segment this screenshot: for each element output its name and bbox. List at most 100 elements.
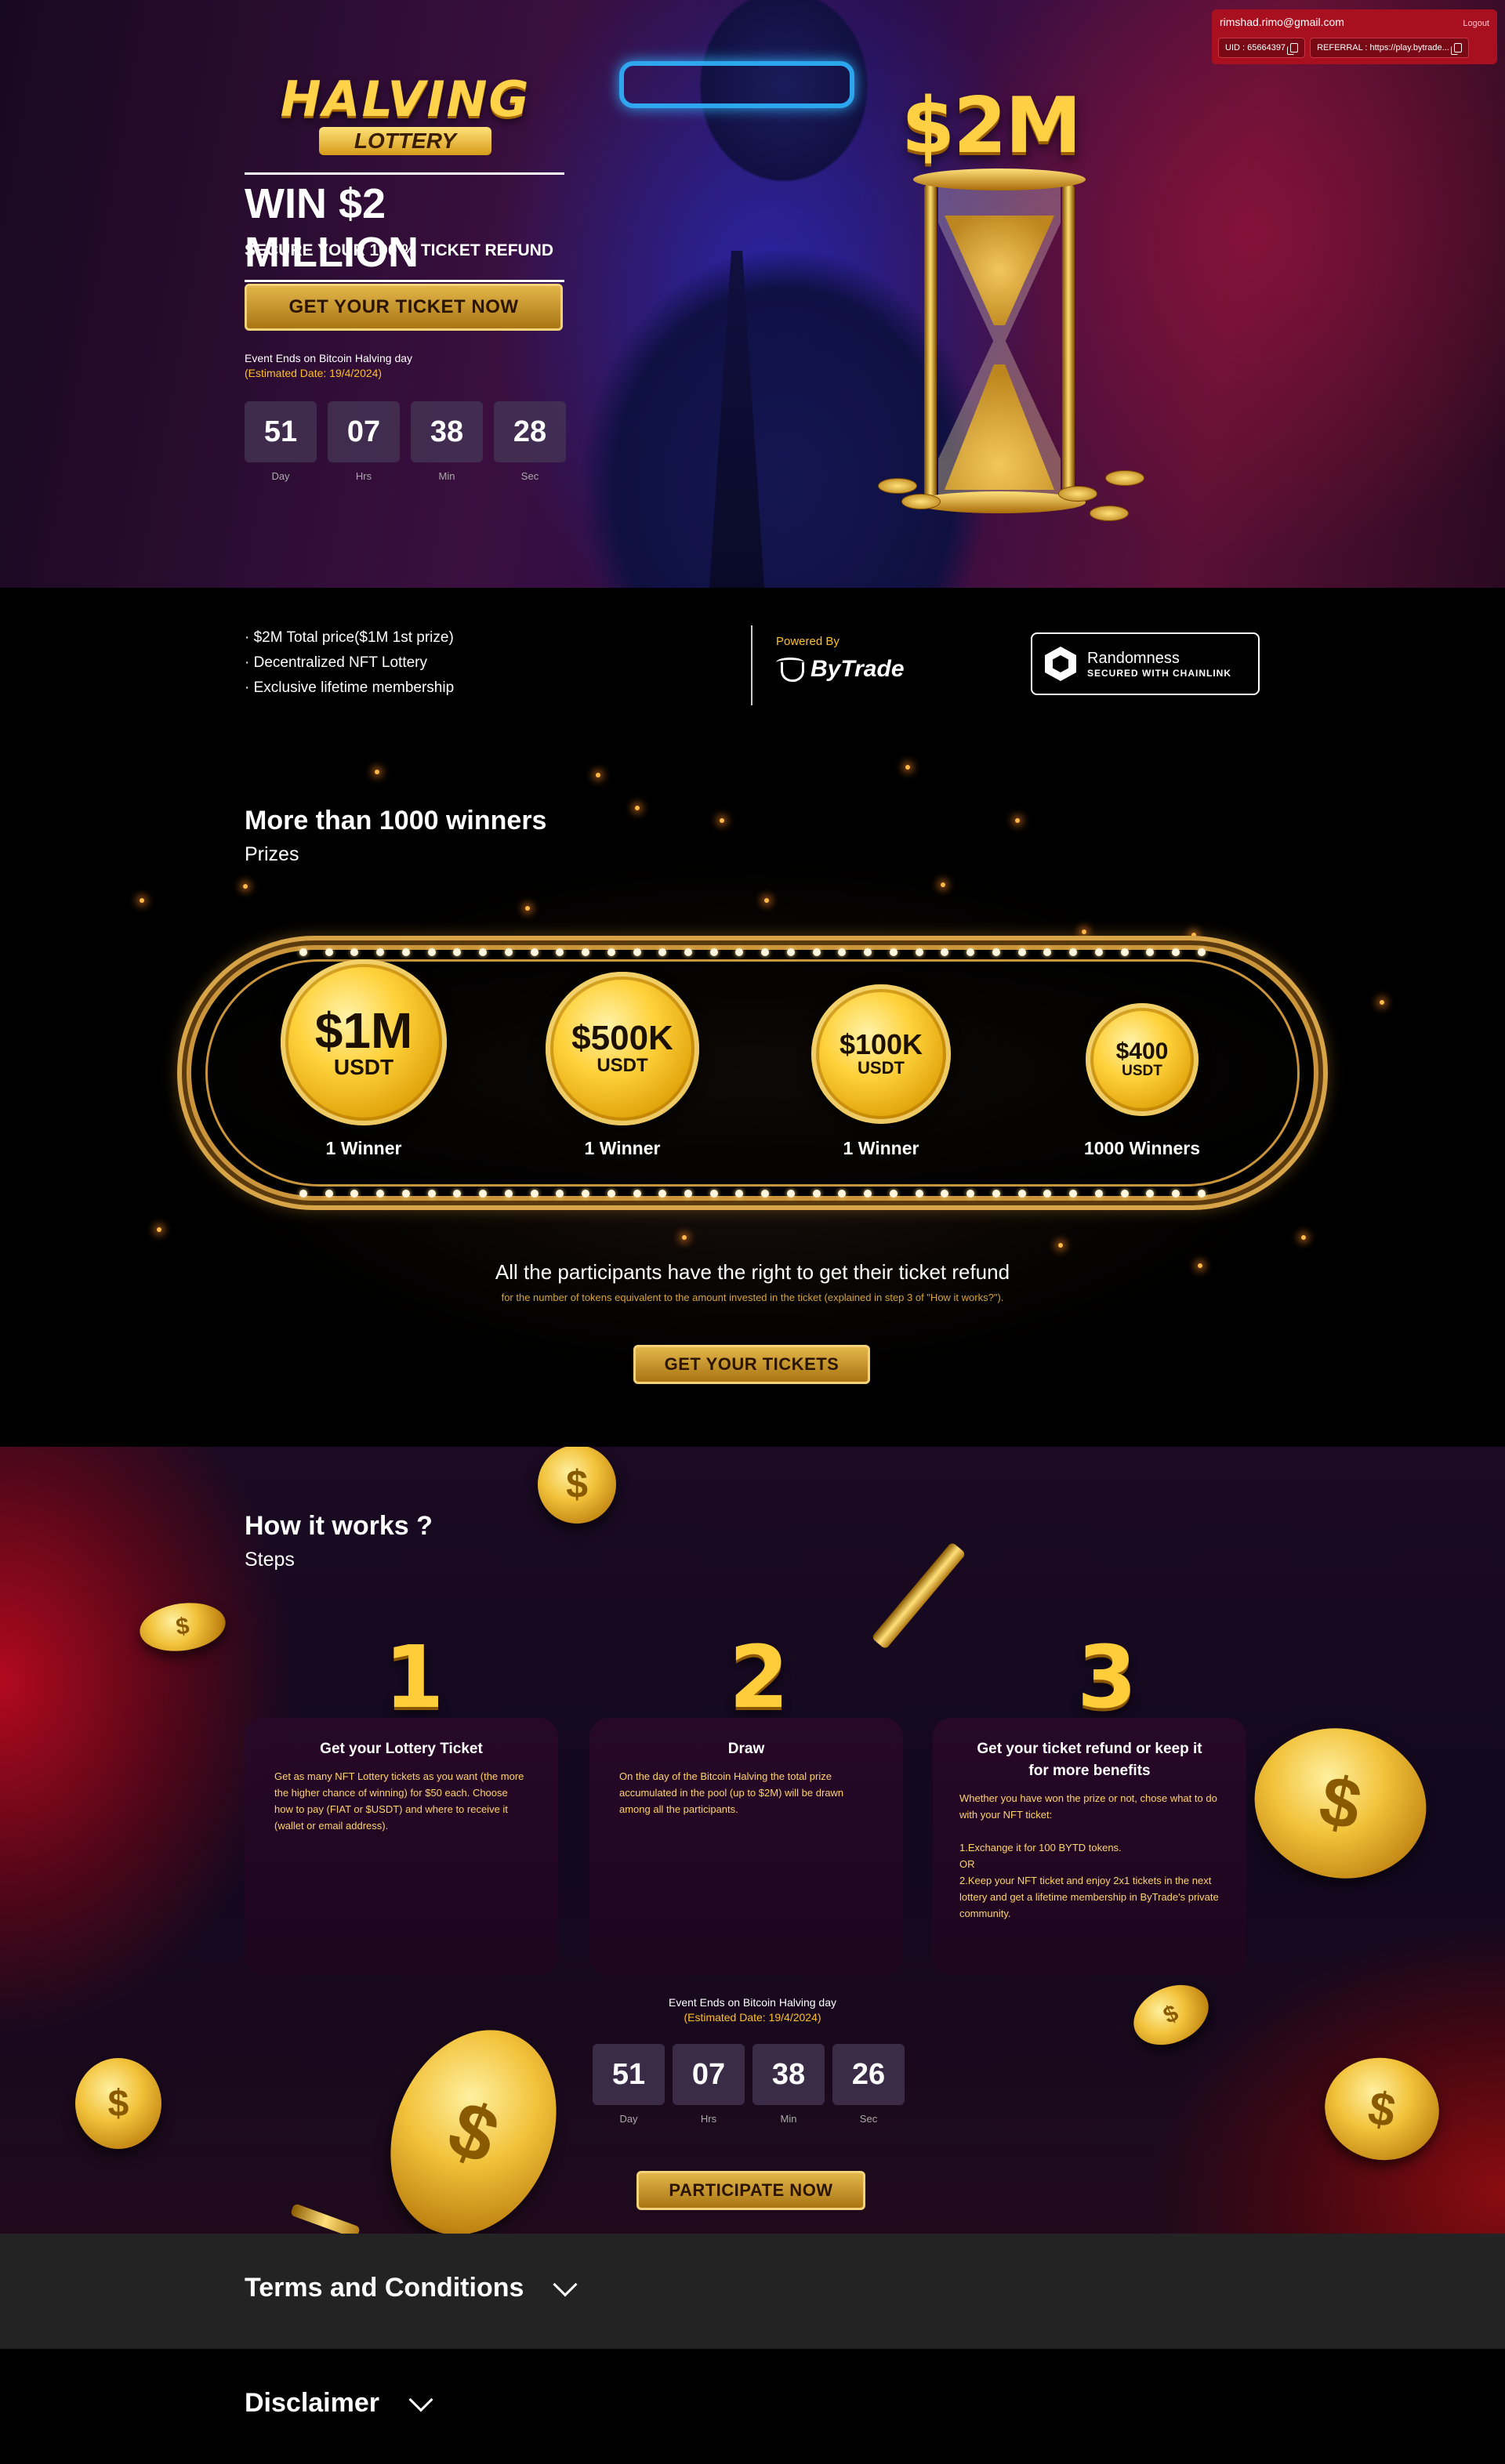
marquee-bulb bbox=[427, 1190, 436, 1198]
hero-glasses-graphic bbox=[619, 61, 854, 108]
dollar-coin-icon: $ bbox=[136, 1597, 229, 1657]
how-countdown: 51 Day 07 Hrs 38 Min 26 Sec bbox=[593, 2044, 905, 2125]
uid-chip: UID : 65664397 bbox=[1218, 38, 1306, 58]
marquee-bulb bbox=[556, 1190, 564, 1198]
terms-accordion: Terms and Conditions bbox=[0, 2234, 1505, 2349]
feature-item: $2M Total price($1M 1st prize) bbox=[245, 625, 454, 650]
sparkle bbox=[1015, 818, 1020, 823]
event-ends-text: Event Ends on Bitcoin Halving day bbox=[245, 352, 413, 364]
terms-toggle[interactable]: Terms and Conditions bbox=[245, 2271, 578, 2303]
marquee-bulb bbox=[453, 948, 462, 956]
prize-third: $100K USDT 1 Winner bbox=[795, 984, 967, 1159]
prize-first: $1M USDT 1 Winner bbox=[277, 959, 450, 1159]
marquee-bulb bbox=[1171, 1190, 1180, 1198]
marquee-bulb bbox=[838, 948, 847, 956]
refund-subtitle: for the number of tokens equivalent to t… bbox=[501, 1292, 1004, 1303]
event-ends-text: Event Ends on Bitcoin Halving day bbox=[668, 1996, 836, 2009]
prizes-section: More than 1000 winners Prizes $1M USDT 1… bbox=[0, 741, 1505, 1447]
prize-amount: $500K bbox=[571, 1018, 673, 1057]
referral-text: REFERRAL : https://play.bytrade... bbox=[1317, 43, 1449, 53]
randomness-subtitle: SECURED WITH CHAINLINK bbox=[1087, 667, 1231, 679]
countdown-label: Hrs bbox=[700, 2113, 717, 2125]
sparkle bbox=[1301, 1235, 1306, 1240]
how-event-info: Event Ends on Bitcoin Halving day (Estim… bbox=[0, 1995, 1505, 2025]
prizes-marquee-frame: $1M USDT 1 Winner $500K USDT 1 Winner $1… bbox=[177, 936, 1328, 1210]
countdown-hours: 07 Hrs bbox=[673, 2044, 745, 2125]
marquee-bulb bbox=[735, 948, 744, 956]
marquee-bulb bbox=[941, 948, 949, 956]
countdown-value: 28 bbox=[494, 401, 566, 462]
marquee-bulb bbox=[350, 1190, 359, 1198]
countdown-days: 51 Day bbox=[245, 401, 317, 482]
how-it-works-subtitle: Steps bbox=[245, 1549, 295, 1571]
step-body: On the day of the Bitcoin Halving the to… bbox=[619, 1770, 844, 1815]
coin-pile-icon bbox=[901, 494, 941, 509]
marquee-bulb bbox=[1120, 948, 1129, 956]
marquee-bulb bbox=[761, 1190, 770, 1198]
feature-list: $2M Total price($1M 1st prize) Decentral… bbox=[245, 625, 455, 701]
marquee-bulb bbox=[582, 948, 590, 956]
dollar-coin-icon: $ bbox=[361, 2005, 586, 2234]
hero-event-info: Event Ends on Bitcoin Halving day (Estim… bbox=[245, 351, 412, 381]
disclaimer-toggle[interactable]: Disclaimer bbox=[245, 2386, 433, 2419]
dollar-coin-icon: $ bbox=[538, 1447, 616, 1524]
marquee-bulb bbox=[786, 948, 795, 956]
marquee-bulb bbox=[607, 1190, 615, 1198]
feature-item: Exclusive lifetime membership bbox=[245, 676, 455, 701]
marquee-bulb bbox=[684, 1190, 693, 1198]
chainlink-badge[interactable]: Randomness SECURED WITH CHAINLINK bbox=[1031, 632, 1260, 695]
prize-winners: 1 Winner bbox=[584, 1138, 661, 1158]
marquee-bulb bbox=[401, 1190, 410, 1198]
countdown-value: 51 bbox=[593, 2044, 665, 2105]
participate-now-button[interactable]: PARTICIPATE NOW bbox=[636, 2171, 865, 2210]
chainlink-hex-icon bbox=[1045, 647, 1076, 681]
get-ticket-now-button[interactable]: GET YOUR TICKET NOW bbox=[245, 284, 563, 331]
chevron-down-icon bbox=[408, 2386, 433, 2412]
sparkle bbox=[1380, 1000, 1384, 1005]
marquee-bulb bbox=[709, 948, 718, 956]
prize-fourth: $400 USDT 1000 Winners bbox=[1052, 1003, 1232, 1159]
marquee-bulb bbox=[864, 1190, 872, 1198]
marquee-bulb bbox=[1094, 1190, 1103, 1198]
gold-bar-graphic bbox=[289, 2203, 361, 2234]
marquee-bulb bbox=[1069, 948, 1078, 956]
marquee-bulb bbox=[889, 948, 898, 956]
step-title: Draw bbox=[727, 1741, 765, 1757]
marquee-bulb bbox=[299, 948, 307, 956]
powered-by-block: Powered By ByTrade bbox=[776, 635, 905, 683]
marquee-bulb bbox=[992, 1190, 1000, 1198]
countdown-label: Sec bbox=[520, 470, 539, 482]
hero-section: HALVING LOTTERY WIN $2 MILLION SECURE YO… bbox=[0, 0, 1505, 588]
coin-pile-icon bbox=[878, 478, 917, 494]
marquee-bulb bbox=[607, 948, 615, 956]
marquee-bulb bbox=[761, 948, 770, 956]
coin-pile-icon bbox=[1105, 470, 1144, 486]
sparkle bbox=[635, 806, 640, 810]
copy-icon[interactable] bbox=[1287, 43, 1299, 55]
marquee-bulb bbox=[966, 948, 975, 956]
bulb-row-bottom bbox=[299, 1190, 1206, 1198]
sparkle bbox=[1082, 929, 1086, 934]
hourglass-icon bbox=[913, 168, 1086, 513]
logout-link[interactable]: Logout bbox=[1463, 19, 1489, 28]
prize-amount: $1M bbox=[314, 1002, 413, 1059]
disclaimer-title: Disclaimer bbox=[245, 2388, 379, 2418]
info-bar: $2M Total price($1M 1st prize) Decentral… bbox=[0, 588, 1505, 741]
step-title: Get your Lottery Ticket bbox=[320, 1741, 483, 1757]
marquee-bulb bbox=[889, 1190, 898, 1198]
marquee-bulb bbox=[709, 1190, 718, 1198]
sparkle bbox=[720, 818, 724, 823]
dollar-coin-icon: $500K USDT bbox=[546, 972, 699, 1125]
sparkle bbox=[764, 898, 769, 903]
hourglass-pillar bbox=[924, 184, 937, 498]
countdown-label: Hrs bbox=[355, 470, 372, 482]
bytrade-brand-text: ByTrade bbox=[811, 656, 905, 682]
countdown-value: 07 bbox=[673, 2044, 745, 2105]
marquee-bulb bbox=[453, 1190, 462, 1198]
copy-icon[interactable] bbox=[1450, 43, 1462, 55]
bytrade-logo[interactable]: ByTrade bbox=[776, 656, 905, 683]
get-your-tickets-button[interactable]: GET YOUR TICKETS bbox=[633, 1345, 870, 1384]
logo-lottery-text: LOTTERY bbox=[319, 127, 491, 155]
prize-amount: $100K bbox=[839, 1027, 923, 1060]
coin-pile-icon bbox=[1058, 486, 1097, 502]
